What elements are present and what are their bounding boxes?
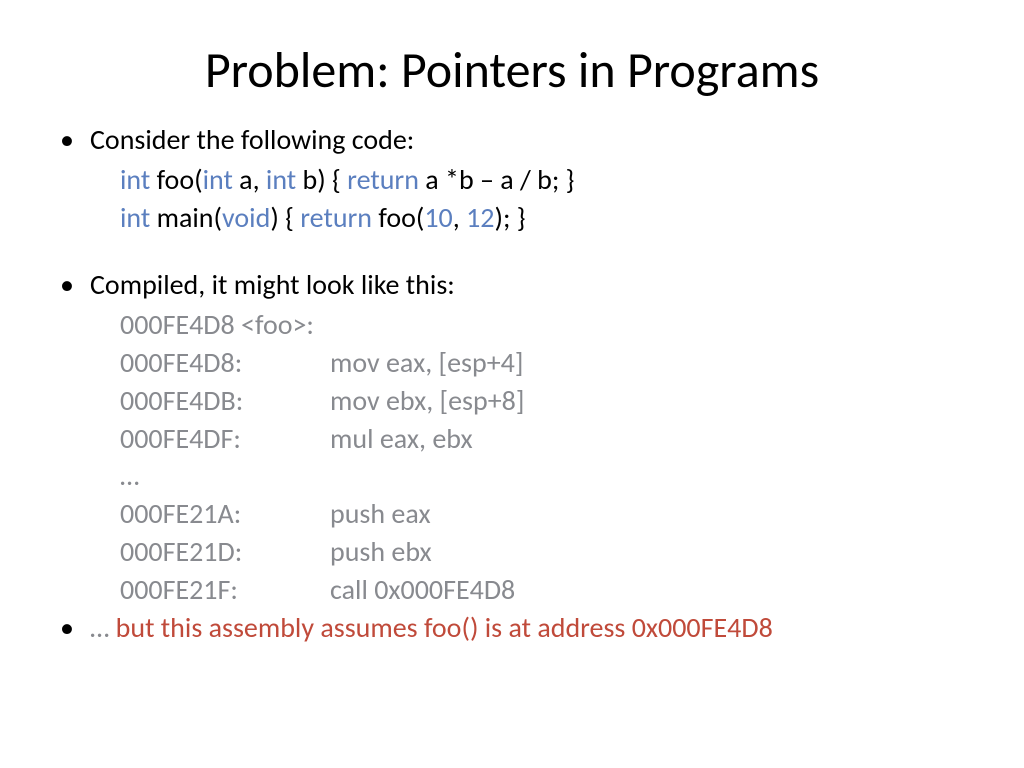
asm-line: 000FE4DB:mov ebx, [esp+8]	[120, 382, 974, 420]
asm-line: 000FE21F:call 0x000FE4D8	[120, 571, 974, 609]
asm-addr: 000FE4DB:	[120, 382, 330, 420]
keyword-return: return	[347, 162, 419, 197]
keyword-return: return	[300, 200, 372, 235]
asm-ins: mov ebx, [esp+8]	[330, 382, 524, 420]
asm-ins: call 0x000FE4D8	[330, 571, 515, 609]
asm-ins: mul eax, ebx	[330, 420, 473, 458]
literal-10: 10	[424, 200, 452, 235]
bullet-3: … but this assembly assumes foo() is at …	[90, 609, 974, 647]
asm-addr: 000FE4D8:	[120, 344, 330, 382]
asm-ins: push ebx	[330, 533, 432, 571]
asm-line: 000FE4D8:mov eax, [esp+4]	[120, 344, 974, 382]
asm-line: …	[120, 457, 974, 495]
asm-ins: mov eax, [esp+4]	[330, 344, 523, 382]
warning-text: but this assembly assumes foo() is at ad…	[116, 610, 773, 645]
keyword-int: int	[120, 162, 150, 197]
asm-addr: 000FE4D8 <foo>:	[120, 306, 330, 344]
asm-addr: 000FE21F:	[120, 571, 330, 609]
keyword-int: int	[203, 162, 233, 197]
code-text: foo(	[372, 200, 424, 235]
code-text: a,	[233, 162, 266, 197]
source-code-line-2: int main(void) { return foo(10, 12); }	[50, 199, 974, 237]
literal-12: 12	[466, 200, 494, 235]
keyword-int: int	[266, 162, 296, 197]
bullet-2: Compiled, it might look like this:	[90, 266, 974, 304]
bullet-1: Consider the following code:	[90, 121, 974, 159]
assembly-block: 000FE4D8 <foo>: 000FE4D8:mov eax, [esp+4…	[50, 306, 974, 608]
code-text: b) {	[296, 162, 347, 197]
asm-line: 000FE21A:push eax	[120, 495, 974, 533]
code-text: ) {	[270, 200, 300, 235]
ellipsis: …	[90, 610, 116, 645]
asm-addr: 000FE21A:	[120, 495, 330, 533]
asm-addr: …	[120, 457, 330, 495]
asm-line: 000FE21D:push ebx	[120, 533, 974, 571]
asm-addr: 000FE4DF:	[120, 420, 330, 458]
code-text: ); }	[494, 200, 525, 235]
slide-title: Problem: Pointers in Programs	[50, 40, 974, 101]
asm-line: 000FE4D8 <foo>:	[120, 306, 974, 344]
source-code-line-1: int foo(int a, int b) { return a *b – a …	[50, 161, 974, 199]
keyword-void: void	[222, 200, 270, 235]
code-text: a *b – a / b; }	[419, 162, 575, 197]
code-text: foo(	[150, 162, 202, 197]
asm-addr: 000FE21D:	[120, 533, 330, 571]
asm-line: 000FE4DF:mul eax, ebx	[120, 420, 974, 458]
keyword-int: int	[120, 200, 150, 235]
code-text: ,	[453, 200, 466, 235]
asm-ins: push eax	[330, 495, 431, 533]
slide-body: Consider the following code: int foo(int…	[50, 121, 974, 646]
code-text: main(	[150, 200, 222, 235]
